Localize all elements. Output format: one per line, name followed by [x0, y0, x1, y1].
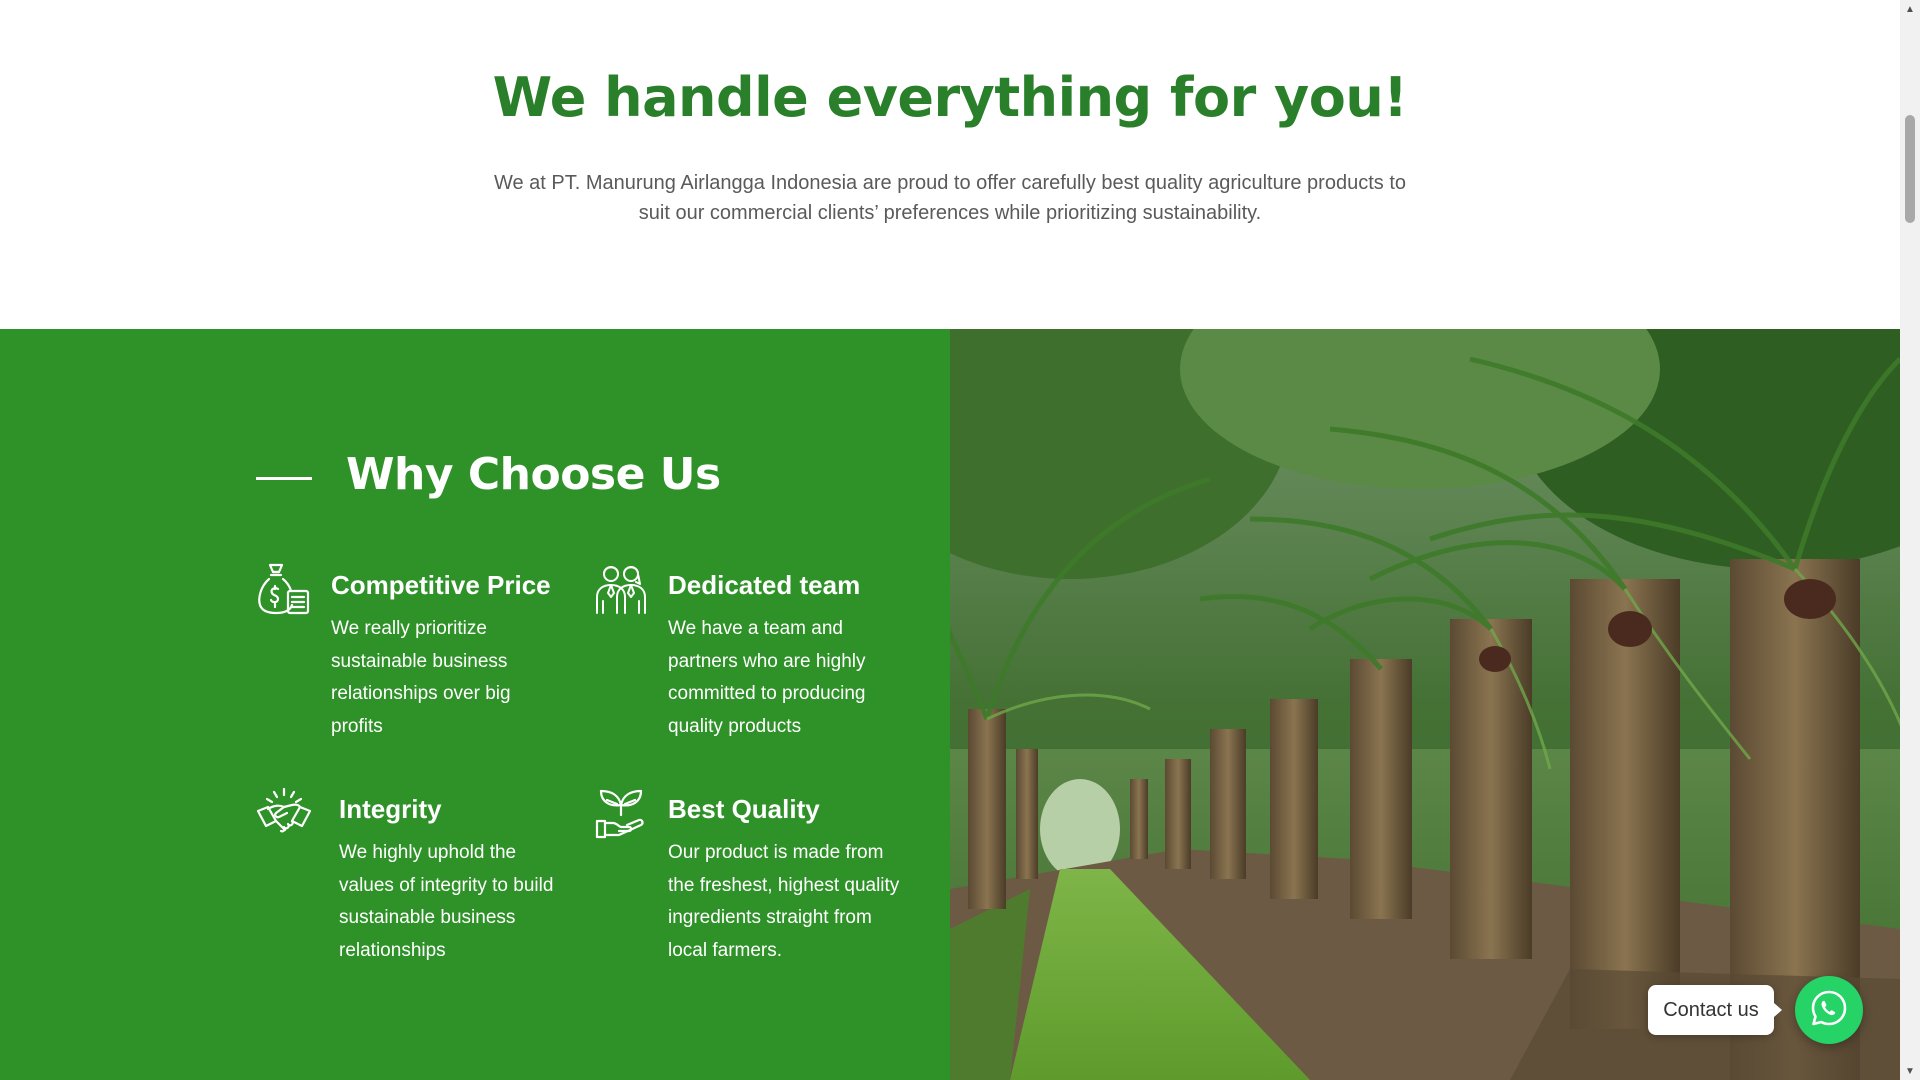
scroll-up-arrow-icon[interactable]: ▲ [1900, 0, 1920, 18]
whatsapp-icon [1809, 988, 1849, 1033]
feature-competitive-price: Competitive Price We really prioritize s… [256, 561, 556, 761]
feature-text: We really prioritize sustainable busines… [331, 618, 511, 737]
why-heading: Why Choose Us [346, 448, 721, 500]
feature-text: We highly uphold the values of integrity… [339, 842, 554, 961]
plant-hand-icon [593, 785, 649, 841]
why-heading-group: Why Choose Us [256, 439, 721, 509]
intro-description: We at PT. Manurung Airlangga Indonesia a… [493, 172, 1406, 224]
intro-title: We handle everything for you! [492, 66, 1408, 129]
intro-section: We handle everything for you! We at PT. … [0, 0, 1900, 329]
feature-integrity: Integrity We highly uphold the values of… [256, 785, 576, 985]
feature-title: Dedicated team [668, 570, 861, 600]
heading-divider [256, 476, 312, 480]
money-bag-icon [256, 561, 312, 617]
feature-title: Competitive Price [331, 570, 551, 600]
feature-dedicated-team: Dedicated team We have a team and partne… [593, 561, 913, 761]
whatsapp-button[interactable] [1795, 976, 1863, 1044]
feature-text: We have a team and partners who are high… [668, 618, 866, 737]
palm-plantation-photo [950, 329, 1900, 1080]
vertical-scrollbar[interactable]: ▲ ▼ [1900, 0, 1920, 1080]
contact-us-text: Contact us [1663, 998, 1759, 1021]
why-choose-us-section: Why Choose Us Competitive Price We reall… [0, 329, 950, 1080]
feature-best-quality: Best Quality Our product is made from th… [593, 785, 913, 985]
scroll-down-arrow-icon[interactable]: ▼ [1900, 1062, 1920, 1080]
contact-us-label[interactable]: Contact us [1648, 985, 1782, 1035]
feature-text: Our product is made from the freshest, h… [668, 842, 900, 961]
team-icon [593, 561, 649, 617]
feature-title: Best Quality [668, 794, 820, 824]
scrollbar-thumb[interactable] [1905, 115, 1915, 223]
feature-title: Integrity [339, 794, 442, 824]
handshake-icon [256, 785, 312, 841]
